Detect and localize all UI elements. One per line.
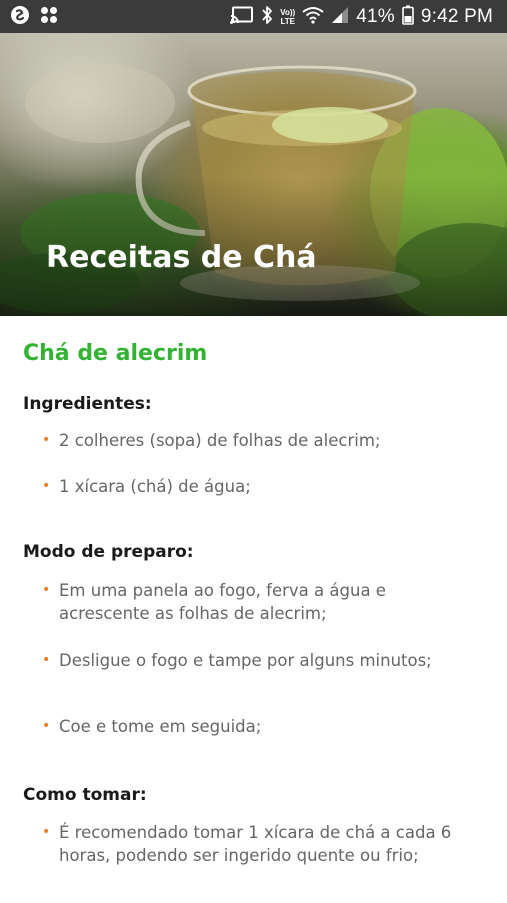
wifi-icon: [302, 6, 324, 28]
status-bar-left: [10, 5, 58, 29]
volte-bottom-label: LTE: [280, 16, 295, 26]
signal-icon: [331, 6, 349, 28]
section-heading-how-to-take: Como tomar:: [23, 785, 147, 805]
bullet-icon: •: [42, 582, 51, 598]
battery-percent: 41%: [356, 5, 395, 27]
list-item-text: É recomendado tomar 1 xícara de chá a ca…: [59, 823, 452, 865]
volte-top-label: Vo)): [280, 7, 296, 17]
volte-icon: Vo)) LTE: [280, 8, 295, 26]
page-title: Receitas de Chá: [46, 240, 317, 275]
clock: 9:42 PM: [420, 5, 493, 27]
list-item-text: Em uma panela ao fogo, ferva a água e ac…: [59, 581, 386, 623]
shazam-icon: [10, 5, 30, 29]
list-item-text: 2 colheres (sopa) de folhas de alecrim;: [59, 431, 381, 450]
status-bar-right: Vo)) LTE 41% 9:42 PM: [230, 5, 493, 29]
battery-icon: [402, 5, 414, 29]
bullet-icon: •: [42, 824, 51, 840]
list-item-text: Desligue o fogo e tampe por alguns minut…: [59, 651, 432, 670]
bluetooth-icon: [261, 5, 273, 29]
bullet-icon: •: [42, 478, 51, 494]
apps-grid-icon: [40, 6, 58, 28]
list-item-text: 1 xícara (chá) de água;: [59, 477, 251, 496]
status-bar: Vo)) LTE 41% 9:42 PM: [0, 0, 507, 33]
recipe-title: Chá de alecrim: [23, 341, 208, 366]
hero-banner: Receitas de Chá: [0, 33, 507, 316]
bullet-icon: •: [42, 432, 51, 448]
section-heading-ingredients: Ingredientes:: [23, 394, 152, 414]
section-heading-preparation: Modo de preparo:: [23, 542, 194, 562]
bullet-icon: •: [42, 718, 51, 734]
bullet-icon: •: [42, 652, 51, 668]
cast-icon: [230, 6, 254, 28]
list-item-text: Coe e tome em seguida;: [59, 717, 262, 736]
